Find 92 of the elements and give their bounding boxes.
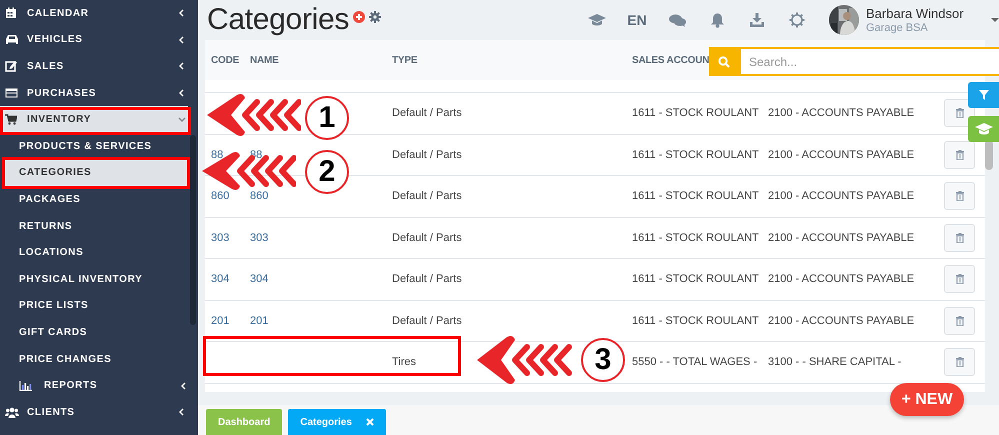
column-header: TYPE — [392, 54, 418, 66]
delete-button[interactable] — [944, 182, 975, 210]
table-cell: 1611 - STOCK ROULANT — [632, 148, 759, 161]
car-icon — [5, 34, 19, 46]
trash-icon — [956, 191, 964, 202]
users-icon — [5, 406, 19, 418]
search-field[interactable]: Search... — [739, 47, 999, 76]
trash-icon — [956, 316, 964, 326]
menu-item[interactable]: SALES — [0, 53, 188, 80]
table-cell: 304 — [211, 273, 230, 286]
table-cell: 88 — [211, 148, 224, 161]
trash-icon — [956, 357, 964, 368]
table-cell: 2100 - ACCOUNTS PAYABLE — [768, 314, 914, 327]
table-cell: Default / Parts — [392, 273, 462, 286]
company-name: Garage BSA — [866, 20, 929, 34]
column-header: SALES ACCOUN — [632, 54, 710, 66]
table-cell: 303 — [211, 232, 230, 244]
scrollbar[interactable] — [985, 140, 993, 170]
column-header: NAME — [250, 54, 279, 66]
menu-item[interactable]: PURCHASES — [0, 80, 188, 106]
cart-icon — [5, 114, 17, 126]
delete-button[interactable] — [944, 348, 975, 376]
delete-button[interactable] — [944, 140, 975, 169]
gear-icon[interactable] — [789, 12, 805, 28]
submenu-item[interactable]: PRODUCTS & SERVICES — [5, 132, 188, 160]
language-selector[interactable]: EN — [627, 12, 647, 28]
table-cell: 1611 - STOCK ROULANT — [632, 232, 759, 244]
table-cell: 1611 - STOCK ROULANT — [632, 273, 759, 286]
table-cell: 1611 - STOCK ROULANT — [632, 190, 759, 202]
download-icon[interactable] — [750, 13, 764, 27]
submenu-item[interactable]: CATEGORIES — [5, 160, 188, 186]
settings-icon[interactable] — [369, 11, 382, 23]
trash-icon — [956, 232, 964, 243]
caret-icon — [991, 18, 999, 22]
table-cell: Default / Parts — [392, 314, 462, 327]
credit-card-icon — [5, 88, 18, 98]
table-cell: 2100 - ACCOUNTS PAYABLE — [768, 273, 914, 286]
submenu-item[interactable]: PRICE LISTS — [5, 292, 188, 320]
table-cell: 201 — [211, 314, 230, 327]
menu-item[interactable]: VEHICLES — [0, 26, 188, 54]
table-cell: 304 — [250, 273, 268, 286]
submenu-item[interactable]: PRICE CHANGES — [5, 346, 188, 372]
delete-button[interactable] — [944, 224, 975, 252]
submenu-item[interactable]: PACKAGES — [5, 186, 188, 213]
table-cell: Default / Parts — [392, 107, 462, 120]
table-cell: Tires — [392, 356, 416, 368]
filter-icon — [978, 90, 988, 100]
table-cell: 3100 - - SHARE CAPITAL - — [768, 356, 902, 368]
bar-chart-icon — [19, 380, 32, 391]
table-cell: 2100 - ACCOUNTS PAYABLE — [768, 232, 914, 244]
chat-icon[interactable] — [668, 14, 686, 26]
user-menu[interactable]: Barbara Windsor Garage BSA — [829, 5, 999, 35]
delete-button[interactable] — [944, 265, 975, 294]
delete-button[interactable] — [944, 306, 975, 335]
calendar-icon — [5, 7, 17, 20]
graduation-cap-icon[interactable] — [588, 14, 606, 26]
trash-icon — [956, 108, 964, 118]
table-cell: 1611 - STOCK ROULANT — [632, 107, 759, 120]
bell-icon[interactable] — [710, 12, 724, 28]
new-button[interactable]: + NEW — [890, 383, 964, 416]
table-cell: 5550 - - TOTAL WAGES - — [632, 356, 758, 368]
menu-item[interactable]: CALENDAR — [0, 0, 188, 27]
user-name: Barbara Windsor — [866, 6, 965, 20]
trash-icon — [956, 274, 964, 284]
tutorial-button[interactable] — [968, 116, 999, 142]
menu-item[interactable]: CLIENTS — [0, 398, 188, 426]
table-cell: 2100 - ACCOUNTS PAYABLE — [768, 190, 914, 202]
add-icon[interactable] — [353, 11, 366, 23]
trash-icon — [956, 150, 964, 160]
search-icon — [718, 56, 730, 68]
search-button[interactable] — [709, 47, 739, 76]
filter-button[interactable] — [968, 82, 999, 108]
table-cell: 2100 - ACCOUNTS PAYABLE — [768, 107, 914, 120]
table-cell: 860 — [211, 190, 230, 202]
submenu-item[interactable]: LOCATIONS — [5, 239, 188, 266]
close-icon[interactable] — [366, 418, 374, 426]
submenu-item[interactable]: REPORTS — [5, 372, 188, 399]
column-header: CODE — [211, 54, 240, 66]
page-title: Categories — [207, 3, 350, 37]
graduation-cap-icon — [974, 122, 992, 136]
edit-icon — [5, 60, 17, 72]
table-cell: 1611 - STOCK ROULANT — [632, 314, 759, 327]
table-cell: 2100 - ACCOUNTS PAYABLE — [768, 148, 914, 161]
table-cell: Default / Parts — [392, 190, 462, 202]
table-cell: 201 — [250, 314, 268, 327]
submenu-item[interactable]: GIFT CARDS — [5, 319, 188, 346]
table-cell: 860 — [250, 190, 268, 202]
table-cell: Default / Parts — [392, 148, 462, 161]
table-cell: Default / Parts — [392, 232, 462, 244]
table-cell: 303 — [250, 232, 268, 244]
submenu-item[interactable]: RETURNS — [5, 212, 188, 240]
submenu-item[interactable]: PHYSICAL INVENTORY — [5, 266, 188, 293]
